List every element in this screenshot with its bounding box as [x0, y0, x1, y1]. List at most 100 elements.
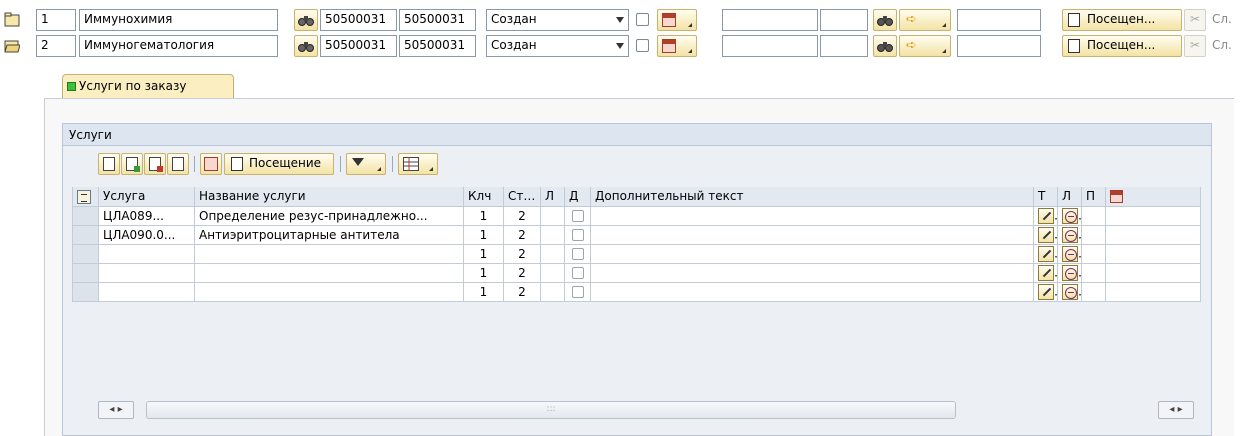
- copy-button[interactable]: [167, 153, 189, 175]
- service-name[interactable]: [194, 281, 464, 302]
- d-checkbox[interactable]: [571, 267, 584, 279]
- d-checkbox[interactable]: [571, 286, 584, 298]
- service-name[interactable]: [194, 262, 464, 283]
- service-code[interactable]: [98, 281, 195, 302]
- edit-icon[interactable]: [1038, 226, 1054, 243]
- binoculars-icon[interactable]: [294, 9, 318, 31]
- status-value[interactable]: 2: [503, 243, 541, 264]
- extra-text-cell[interactable]: [590, 243, 1034, 264]
- t-cell[interactable]: [1033, 281, 1058, 302]
- layout-button[interactable]: [398, 153, 438, 175]
- service-code[interactable]: ЦЛА089...: [98, 205, 195, 226]
- t-cell[interactable]: [1033, 262, 1058, 283]
- service-code[interactable]: [98, 262, 195, 283]
- col-d[interactable]: Д: [564, 187, 591, 207]
- remove-icon[interactable]: [1062, 283, 1078, 300]
- col-l2[interactable]: Л: [1057, 187, 1082, 207]
- edit-icon[interactable]: [1038, 283, 1054, 300]
- status-value[interactable]: 2: [503, 281, 541, 302]
- t-cell[interactable]: [1033, 243, 1058, 264]
- extra-text-cell[interactable]: [590, 262, 1034, 283]
- visit-toolbar-button[interactable]: Посещение: [224, 153, 334, 175]
- tab-services[interactable]: Услуги по заказу: [62, 74, 234, 98]
- l2-cell[interactable]: [1057, 262, 1082, 283]
- service-name[interactable]: [194, 243, 464, 264]
- extra-text-cell[interactable]: [590, 205, 1034, 226]
- arrow-right-button[interactable]: ➪: [899, 35, 951, 57]
- calendar-cell[interactable]: [1105, 281, 1201, 302]
- scissors-icon[interactable]: ✂: [1184, 35, 1206, 57]
- horizontal-scrollbar[interactable]: ◂ ▸ ::: ◂ ▸: [98, 400, 1198, 420]
- klch-value[interactable]: 1: [463, 281, 504, 302]
- extra-label[interactable]: Сл.: [1212, 38, 1232, 52]
- code-a-field[interactable]: 50500031: [320, 9, 397, 31]
- col-calendar[interactable]: [1105, 187, 1201, 207]
- klch-value[interactable]: 1: [463, 224, 504, 245]
- l-cell[interactable]: [540, 243, 565, 264]
- p-cell[interactable]: [1081, 224, 1106, 245]
- row-selector[interactable]: [72, 224, 99, 245]
- request-checkbox[interactable]: [636, 39, 649, 52]
- col-service-name[interactable]: Название услуги: [194, 187, 464, 207]
- l-cell[interactable]: [540, 281, 565, 302]
- delete-row-button[interactable]: [144, 153, 166, 175]
- status-select[interactable]: Создан: [486, 9, 629, 31]
- binoculars-icon[interactable]: [873, 9, 897, 31]
- service-name[interactable]: Антиэритроцитарные антитела: [194, 224, 464, 245]
- extra-text-cell[interactable]: [590, 281, 1034, 302]
- l2-cell[interactable]: [1057, 281, 1082, 302]
- extra-field[interactable]: [957, 35, 1041, 57]
- service-code[interactable]: ЦЛА090.0...: [98, 224, 195, 245]
- edit-icon[interactable]: [1038, 245, 1054, 262]
- remove-icon[interactable]: [1062, 264, 1078, 281]
- p-cell[interactable]: [1081, 262, 1106, 283]
- d-cell[interactable]: [564, 281, 591, 302]
- klch-value[interactable]: 1: [463, 205, 504, 226]
- folder-icon[interactable]: [4, 12, 20, 28]
- extra-field[interactable]: [957, 9, 1041, 31]
- time-field[interactable]: [820, 9, 868, 31]
- d-checkbox[interactable]: [571, 229, 584, 241]
- code-b-field[interactable]: 50500031: [399, 9, 476, 31]
- row-selector[interactable]: [72, 262, 99, 283]
- l-cell[interactable]: [540, 224, 565, 245]
- remove-icon[interactable]: [1062, 226, 1078, 243]
- date-field[interactable]: [722, 35, 818, 57]
- klch-value[interactable]: 1: [463, 262, 504, 283]
- row-selector[interactable]: [72, 243, 99, 264]
- p-cell[interactable]: [1081, 243, 1106, 264]
- calendar-button[interactable]: [200, 153, 222, 175]
- row-selector[interactable]: [72, 205, 99, 226]
- row-selector[interactable]: [72, 281, 99, 302]
- status-value[interactable]: 2: [503, 205, 541, 226]
- insert-row-button[interactable]: [121, 153, 143, 175]
- remove-icon[interactable]: [1062, 245, 1078, 262]
- l2-cell[interactable]: [1057, 205, 1082, 226]
- calendar-cell[interactable]: [1105, 262, 1201, 283]
- col-l[interactable]: Л: [540, 187, 565, 207]
- visit-button[interactable]: Посещен...: [1062, 9, 1182, 31]
- arrow-right-button[interactable]: ➪: [899, 9, 951, 31]
- scroll-left-right-button[interactable]: ◂ ▸: [1158, 401, 1194, 419]
- p-cell[interactable]: [1081, 205, 1106, 226]
- scrollbar-thumb[interactable]: :::: [146, 401, 956, 419]
- status-value[interactable]: 2: [503, 224, 541, 245]
- code-a-field[interactable]: 50500031: [320, 35, 397, 57]
- p-cell[interactable]: [1081, 281, 1106, 302]
- d-checkbox[interactable]: [571, 248, 584, 260]
- col-status[interactable]: Ста...: [503, 187, 541, 207]
- date-field[interactable]: [722, 9, 818, 31]
- d-cell[interactable]: [564, 243, 591, 264]
- binoculars-icon[interactable]: [294, 35, 318, 57]
- calendar-button[interactable]: [657, 9, 697, 31]
- status-value[interactable]: 2: [503, 262, 541, 283]
- klch-value[interactable]: 1: [463, 243, 504, 264]
- col-klch[interactable]: Клч: [463, 187, 504, 207]
- calendar-cell[interactable]: [1105, 243, 1201, 264]
- l-cell[interactable]: [540, 262, 565, 283]
- l2-cell[interactable]: [1057, 243, 1082, 264]
- code-b-field[interactable]: 50500031: [399, 35, 476, 57]
- new-document-button[interactable]: [98, 153, 120, 175]
- col-p[interactable]: П: [1081, 187, 1106, 207]
- binoculars-icon[interactable]: [873, 35, 897, 57]
